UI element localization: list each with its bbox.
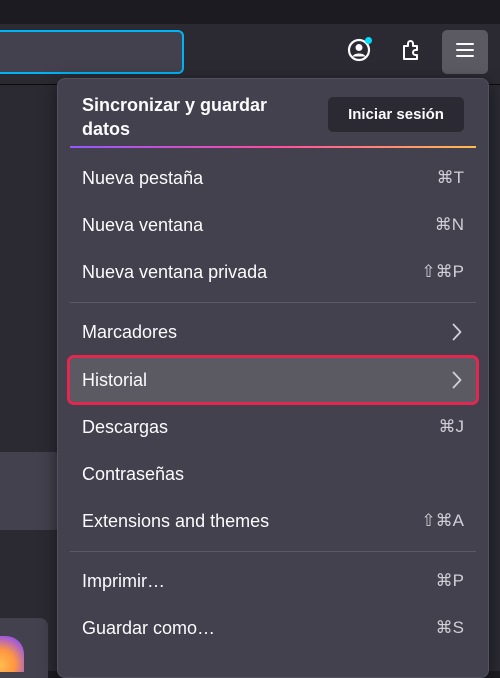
menu-item-label: Extensions and themes (82, 510, 270, 531)
title-bar (0, 0, 500, 24)
sign-in-button[interactable]: Iniciar sesión (328, 97, 464, 132)
menu-separator (70, 302, 476, 303)
url-bar[interactable] (0, 30, 184, 74)
menu-item-shortcut: ⌘S (435, 618, 464, 637)
menu-item-label: Nueva pestaña (82, 167, 204, 188)
menu-item-label: Historial (82, 369, 148, 390)
menu-item-label: Nueva ventana (82, 214, 204, 235)
chevron-right-icon (450, 370, 464, 390)
menu-item-shortcut: ⇧⌘A (421, 511, 464, 530)
menu-item-new-tab[interactable]: Nueva pestaña ⌘T (70, 156, 476, 200)
menu-item-bookmarks[interactable]: Marcadores (70, 310, 476, 354)
menu-separator (70, 551, 476, 552)
menu-item-shortcut: ⌘P (435, 571, 464, 590)
menu-item-history[interactable]: Historial (67, 355, 479, 405)
sync-heading: Sincronizar y guardar datos (82, 95, 268, 139)
hamburger-icon (455, 42, 475, 63)
chevron-right-icon (450, 322, 464, 342)
sync-gradient-divider (70, 146, 476, 148)
menu-item-label: Marcadores (82, 321, 178, 342)
menu-item-new-private-window[interactable]: Nueva ventana privada ⇧⌘P (70, 250, 476, 294)
menu-item-passwords[interactable]: Contraseñas (70, 452, 476, 496)
app-menu-button[interactable] (442, 30, 488, 74)
menu-item-shortcut: ⌘T (436, 168, 464, 187)
menu-item-downloads[interactable]: Descargas ⌘J (70, 405, 476, 449)
menu-item-new-window[interactable]: Nueva ventana ⌘N (70, 203, 476, 247)
menu-item-label: Descargas (82, 416, 169, 437)
account-button[interactable] (340, 32, 378, 72)
menu-item-shortcut: ⇧⌘P (421, 262, 464, 281)
menu-item-extensions-themes[interactable]: Extensions and themes ⇧⌘A (70, 499, 476, 543)
menu-item-label: Contraseñas (82, 463, 185, 484)
menu-item-print[interactable]: Imprimir… ⌘P (70, 559, 476, 603)
menu-item-label: Imprimir… (82, 570, 165, 591)
background-card (0, 452, 60, 530)
extensions-button[interactable] (393, 32, 431, 72)
menu-item-label: Guardar como… (82, 617, 216, 638)
menu-item-label: Nueva ventana privada (82, 261, 268, 282)
menu-item-save-as[interactable]: Guardar como… ⌘S (70, 606, 476, 650)
menu-item-shortcut: ⌘N (434, 215, 464, 234)
app-menu-panel: Sincronizar y guardar datos Iniciar sesi… (57, 78, 489, 678)
menu-item-shortcut: ⌘J (438, 417, 465, 436)
notification-dot (365, 37, 372, 44)
puzzle-icon (399, 37, 425, 68)
